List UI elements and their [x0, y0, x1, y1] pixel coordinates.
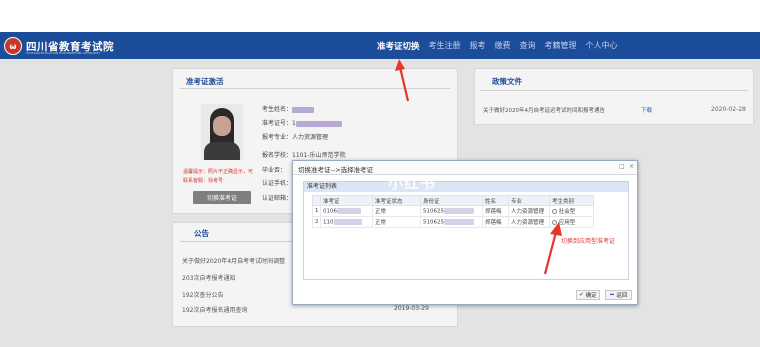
back-label: 返回	[616, 293, 628, 299]
switch-ticket-dialog: 切换准考证-->选择准考证 □ × 准考证列表 准考证 准考证状态 身份证 姓名…	[292, 160, 638, 305]
ticket-number: 0106	[323, 208, 337, 215]
info-label: 认证邮箱：	[262, 195, 293, 202]
info-label: 认证手机：	[262, 180, 293, 187]
maximize-icon[interactable]: □	[619, 163, 625, 170]
switch-ticket-button[interactable]: 切换准考证	[193, 191, 251, 204]
row-index: 1	[312, 205, 321, 217]
warning-text-2: 联系客服：找考号	[183, 178, 224, 184]
table-header-row: 准考证 准考证状态 身份证 姓名 专业 考生类别	[312, 195, 594, 206]
confirm-label: 确定	[585, 293, 597, 299]
admission-card-title: 准考证激活	[186, 77, 224, 86]
info-label: 毕业否：	[262, 167, 287, 174]
info-value: 1101-乐山师范学院	[292, 152, 346, 159]
row-index: 2	[312, 216, 321, 228]
info-phone: 认证手机：	[262, 178, 292, 187]
info-value: 人力资源管理	[292, 134, 329, 141]
column-header: 准考证状态	[372, 195, 421, 206]
annotation-arrow-icon	[543, 222, 562, 275]
return-icon: ➦	[609, 292, 615, 298]
page-top-strip	[0, 0, 760, 32]
emblem-icon: ω	[4, 37, 22, 55]
info-label: 报考专业：	[262, 134, 293, 141]
candidate-type: 社会型	[558, 209, 576, 215]
info-school: 报名学校：1101-乐山师范学院	[262, 150, 345, 159]
close-icon[interactable]: ×	[629, 163, 634, 170]
main-nav: 准考证切换 考生注册 报考 缴费 查询 考籍管理 个人中心	[377, 32, 627, 59]
nav-admission-switch[interactable]: 准考证切换	[377, 40, 420, 52]
dialog-header: 切换准考证-->选择准考证 □ ×	[293, 161, 637, 175]
info-graduate: 毕业否：	[262, 165, 286, 174]
notice-date: 2019-03-29	[394, 305, 429, 312]
ticket-status: 正常	[372, 205, 421, 217]
policy-date: 2020-02-28	[711, 106, 746, 113]
info-label: 报名学校：	[262, 152, 293, 159]
watermark-text: 小红书	[388, 174, 437, 192]
column-header: 姓名	[482, 195, 509, 206]
nav-register[interactable]: 考生注册	[429, 40, 461, 51]
confirm-button[interactable]: ✔ 确定	[576, 290, 600, 300]
dialog-title: 切换准考证-->选择准考证	[298, 166, 374, 174]
column-header: 准考证	[320, 195, 373, 206]
site-logo[interactable]: ω 四川省教育考试院 SICHUAN EDUCATION EXAMINATION…	[4, 36, 114, 56]
nav-records[interactable]: 考籍管理	[545, 40, 577, 51]
select-radio[interactable]	[552, 209, 557, 214]
major: 人力资源管理	[508, 205, 550, 217]
nav-personal-center[interactable]: 个人中心	[586, 40, 618, 51]
id-number: 510625	[423, 208, 444, 215]
column-header: 身份证	[420, 195, 483, 206]
notice-card-title: 公告	[194, 229, 209, 238]
info-major: 报考专业：人力资源管理	[262, 132, 328, 141]
logo-subtitle: SICHUAN EDUCATION EXAMINATIONS AUTHORITY	[26, 51, 101, 55]
column-header: 专业	[508, 195, 550, 206]
back-button[interactable]: ➦ 返回	[605, 290, 632, 300]
ticket-list-title: 准考证列表	[304, 182, 628, 192]
policy-item[interactable]: 关于做好2020年4月自考延迟考试时间和报考通告	[483, 106, 605, 114]
candidate-photo	[201, 104, 243, 160]
annotation-text: 切换到应用型准考证	[561, 238, 616, 245]
candidate-name: 郑蓓梅	[482, 205, 509, 217]
column-header	[312, 195, 321, 206]
warning-text: 温馨提示：照片不正确显示，可	[183, 169, 254, 175]
notice-item[interactable]: 192次查分公告	[182, 290, 223, 299]
info-label: 准考证号：	[262, 120, 293, 127]
nav-apply[interactable]: 报考	[470, 40, 486, 51]
info-ticket-number: 准考证号：1	[262, 118, 342, 127]
divider	[480, 90, 748, 91]
nav-pay[interactable]: 缴费	[495, 40, 511, 51]
notice-item[interactable]: 关于做好2020年4月自考考试时间调整	[182, 256, 285, 265]
ticket-status: 正常	[372, 216, 421, 228]
check-icon: ✔	[579, 292, 584, 298]
info-label: 考生姓名：	[262, 106, 293, 113]
top-navbar: ω 四川省教育考试院 SICHUAN EDUCATION EXAMINATION…	[0, 32, 760, 59]
notice-item[interactable]: 192次自考报名通用查询	[182, 305, 247, 314]
candidate-name: 郑蓓梅	[482, 216, 509, 228]
policy-download-link[interactable]: 下载	[641, 106, 652, 114]
info-email: 认证邮箱：	[262, 193, 292, 202]
table-row[interactable]: 1 0106 正常 510625 郑蓓梅 人力资源管理 社会型	[312, 205, 594, 217]
ticket-number: 110	[323, 219, 334, 226]
info-name: 考生姓名：	[262, 104, 315, 113]
column-header: 考生类别	[549, 195, 594, 206]
notice-item[interactable]: 203次自考报考通知	[182, 273, 235, 282]
policy-card-title: 政策文件	[492, 77, 522, 86]
ticket-list-panel: 准考证列表 准考证 准考证状态 身份证 姓名 专业 考生类别 1 0106 正常…	[303, 181, 629, 280]
id-number: 510625	[423, 219, 444, 226]
nav-query[interactable]: 查询	[520, 40, 536, 51]
annotation-arrow-icon	[395, 59, 410, 102]
